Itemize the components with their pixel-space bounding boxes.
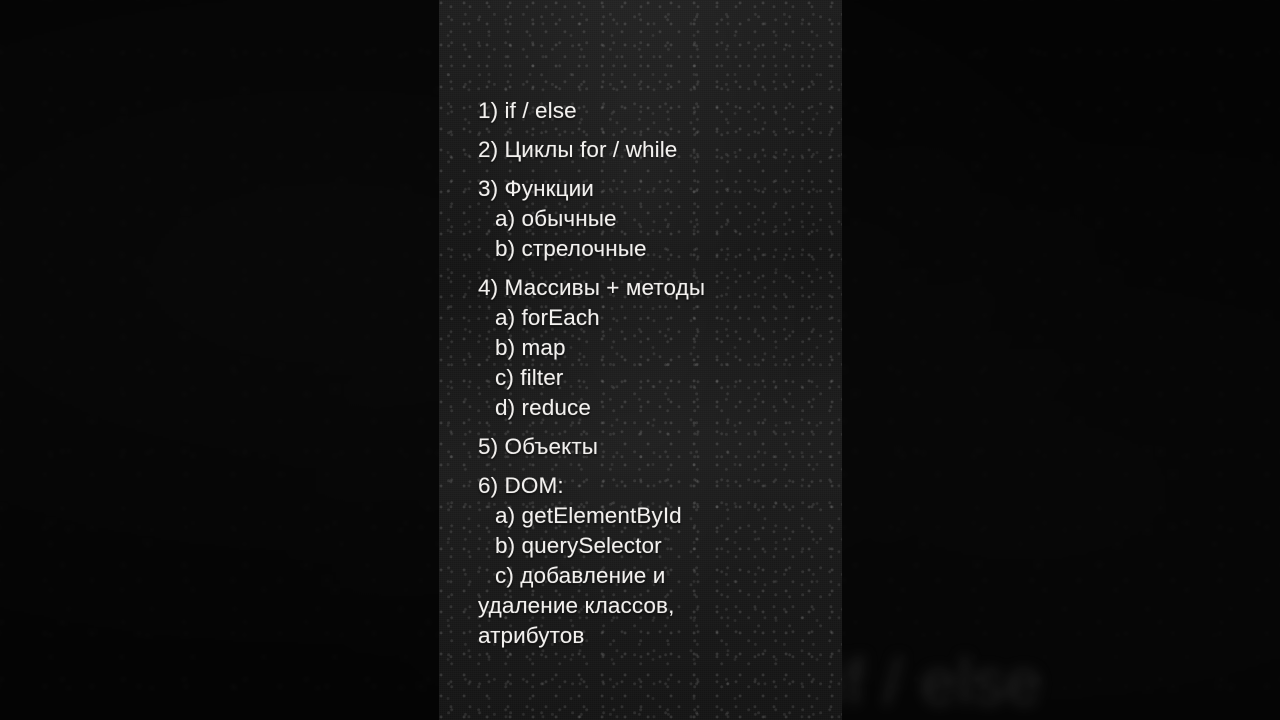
list-item: 1) if / else bbox=[478, 98, 577, 123]
list-item: 3) Функции bbox=[478, 176, 594, 201]
center-content-panel: 1) if / else 2) Циклы for / while 3) Функц… bbox=[439, 0, 842, 720]
list-item: 4) Массивы + методы bbox=[478, 275, 706, 300]
list-item: c) добавление и bbox=[495, 563, 666, 588]
list-item: b) querySelector bbox=[495, 533, 662, 558]
list-item: a) forEach bbox=[495, 305, 600, 330]
list-item: b) стрелочные bbox=[495, 236, 647, 261]
list-item: 2) Циклы for / while bbox=[478, 137, 678, 162]
topic-list: 1) if / else 2) Циклы for / while 3) Функц… bbox=[478, 96, 818, 651]
list-item: a) getElementById bbox=[495, 503, 682, 528]
list-item: b) map bbox=[495, 335, 566, 360]
list-item: 6) DOM: bbox=[478, 473, 564, 498]
list-item: a) обычные bbox=[495, 206, 617, 231]
list-item: удаление классов, bbox=[478, 593, 675, 618]
list-item: d) reduce bbox=[495, 395, 591, 420]
list-item: 5) Объекты bbox=[478, 434, 599, 459]
slide-canvas: 1) if / else 2) Циклы for / while 3) Функц… bbox=[0, 0, 1280, 720]
list-item: c) filter bbox=[495, 365, 564, 390]
list-item: атрибутов bbox=[478, 623, 585, 648]
